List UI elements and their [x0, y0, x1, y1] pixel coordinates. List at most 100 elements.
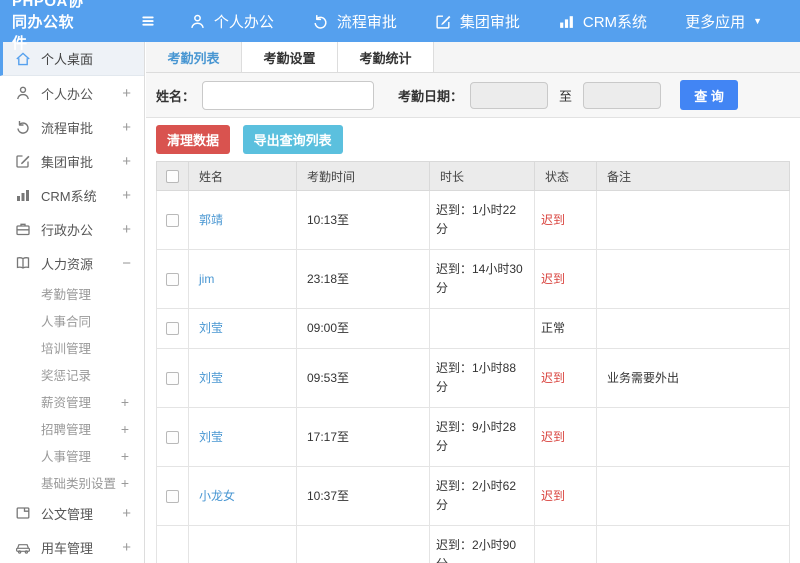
chart-icon — [558, 13, 575, 30]
sidebar-item-label: 用车管理 — [41, 540, 94, 556]
sidebar-subitem-hr-contract[interactable]: 人事合同 — [0, 307, 144, 334]
table-header-row: 姓名 考勤时间 时长 状态 备注 — [156, 161, 790, 191]
expand-toggle-icon[interactable]: + — [121, 421, 129, 437]
sidebar-item-label: 人力资源 — [41, 256, 94, 272]
sidebar-subitem-label: 薪资管理 — [41, 396, 92, 410]
sidebar-item-group-approval[interactable]: 集团审批 + — [0, 144, 144, 178]
chart-icon — [15, 187, 32, 204]
tab-label: 考勤列表 — [167, 50, 220, 66]
employee-name-link[interactable]: jim — [199, 272, 214, 286]
column-header-duration: 时长 — [429, 161, 535, 191]
sidebar-item-human-resources[interactable]: 人力资源 − — [0, 246, 144, 280]
expand-toggle-icon[interactable]: − — [122, 255, 131, 272]
sidebar-subitem-training-management[interactable]: 培训管理 — [0, 334, 144, 361]
sidebar-subitem-label: 招聘管理 — [41, 423, 92, 437]
sidebar-item-label: CRM系统 — [41, 188, 97, 204]
main-panel: 考勤列表 考勤设置 考勤统计 姓名： 考勤日期： 至 查 询 清理数据 导出查询列表… — [146, 42, 800, 563]
sidebar-item-label: 行政办公 — [41, 222, 94, 238]
name-filter-input[interactable] — [202, 80, 375, 110]
employee-name-link[interactable]: 郭靖 — [199, 213, 223, 227]
attendance-time-cell: 09:53至 — [296, 348, 430, 408]
table-row: 管理员 10:54至10:54 迟到：2小时90分早退：7小时10分 迟到/早退… — [156, 525, 790, 563]
attendance-time-cell: 17:17至 — [296, 407, 430, 467]
duration-cell: 迟到：9小时28分 — [429, 407, 535, 467]
expand-toggle-icon[interactable]: + — [122, 85, 131, 102]
sidebar-item-label: 公文管理 — [41, 506, 94, 522]
expand-toggle-icon[interactable]: + — [122, 153, 131, 170]
search-button[interactable]: 查 询 — [680, 80, 739, 110]
expand-toggle-icon[interactable]: + — [122, 187, 131, 204]
export-list-button[interactable]: 导出查询列表 — [242, 125, 343, 154]
date-from-input[interactable] — [470, 81, 549, 109]
nav-label: CRM系统 — [582, 13, 648, 31]
sidebar-subitem-reward-punishment[interactable]: 奖惩记录 — [0, 361, 144, 388]
sidebar-item-crm-system[interactable]: CRM系统 + — [0, 178, 144, 212]
expand-toggle-icon[interactable]: + — [122, 505, 131, 522]
sidebar: 个人桌面 个人办公 + 流程审批 + 集团审批 + CRM系统 + 行政办公 +… — [0, 42, 145, 563]
top-nav: 个人办公 流程审批 集团审批 CRM系统 更多应用 ▼ — [189, 11, 800, 32]
sidebar-subitem-salary-management[interactable]: 薪资管理 + — [0, 388, 144, 415]
sidebar-subitem-label: 基础类别设置 — [41, 477, 117, 491]
nav-item-personal-office[interactable]: 个人办公 — [189, 11, 274, 32]
menu-toggle-icon[interactable] — [139, 12, 157, 30]
status-cell: 迟到 — [534, 249, 597, 309]
tab-attendance-settings[interactable]: 考勤设置 — [242, 42, 338, 72]
nav-item-crm-system[interactable]: CRM系统 — [558, 11, 647, 32]
clean-data-button[interactable]: 清理数据 — [156, 125, 231, 154]
sidebar-item-admin-office[interactable]: 行政办公 + — [0, 212, 144, 246]
sidebar-subitem-recruitment-management[interactable]: 招聘管理 + — [0, 415, 144, 442]
expand-toggle-icon[interactable]: + — [121, 448, 129, 464]
sidebar-subitem-label: 奖惩记录 — [41, 369, 92, 383]
attendance-table: 姓名 考勤时间 时长 状态 备注 郭靖 10:13至 迟到：1小时22分 迟到 … — [156, 161, 790, 563]
sidebar-subitem-personnel-management[interactable]: 人事管理 + — [0, 442, 144, 469]
expand-toggle-icon[interactable]: + — [122, 221, 131, 238]
duration-cell: 迟到：14小时30分 — [429, 249, 535, 309]
status-cell: 迟到 — [534, 190, 597, 250]
sidebar-item-label: 集团审批 — [41, 154, 94, 170]
column-header-time: 考勤时间 — [296, 161, 430, 191]
status-cell: 迟到/早退 — [534, 525, 597, 563]
date-to-input[interactable] — [583, 81, 662, 109]
sidebar-item-label: 流程审批 — [41, 120, 94, 136]
nav-label: 更多应用 — [685, 13, 746, 31]
sidebar-item-workflow-approval[interactable]: 流程审批 + — [0, 110, 144, 144]
tab-attendance-list[interactable]: 考勤列表 — [146, 42, 242, 72]
nav-item-group-approval[interactable]: 集团审批 — [435, 11, 520, 32]
attendance-time-cell: 10:13至 — [296, 190, 430, 250]
nav-item-workflow-approval[interactable]: 流程审批 — [312, 11, 397, 32]
table-row: 刘莹 09:00至 正常 — [156, 308, 790, 349]
sidebar-item-document-management[interactable]: 公文管理 + — [0, 496, 144, 530]
sidebar-item-personal-office[interactable]: 个人办公 + — [0, 76, 144, 110]
row-checkbox[interactable] — [166, 322, 179, 336]
attendance-time-cell: 09:00至 — [296, 308, 430, 349]
status-cell: 迟到 — [534, 466, 597, 526]
employee-name-link[interactable]: 刘莹 — [199, 321, 223, 335]
tab-attendance-statistics[interactable]: 考勤统计 — [338, 42, 434, 72]
tab-label: 考勤设置 — [263, 50, 316, 66]
row-checkbox[interactable] — [166, 489, 179, 503]
row-checkbox[interactable] — [166, 430, 179, 444]
status-cell: 迟到 — [534, 348, 597, 408]
sidebar-subitem-base-category-settings[interactable]: 基础类别设置 + — [0, 469, 144, 496]
row-checkbox[interactable] — [166, 272, 179, 286]
select-all-checkbox[interactable] — [166, 170, 179, 184]
sidebar-subitem-label: 人事管理 — [41, 450, 92, 464]
table-row: 刘莹 17:17至 迟到：9小时28分 迟到 — [156, 407, 790, 467]
expand-toggle-icon[interactable]: + — [121, 475, 129, 491]
duration-cell — [429, 308, 535, 349]
expand-toggle-icon[interactable]: + — [121, 394, 129, 410]
tab-strip: 考勤列表 考勤设置 考勤统计 — [146, 42, 800, 73]
nav-item-more-apps[interactable]: 更多应用 ▼ — [685, 11, 762, 32]
duration-cell: 迟到：1小时88分 — [429, 348, 535, 408]
row-checkbox[interactable] — [166, 371, 179, 385]
sidebar-subitem-attendance-management[interactable]: 考勤管理 — [0, 280, 144, 307]
employee-name-link[interactable]: 刘莹 — [199, 371, 223, 385]
sidebar-item-vehicle-management[interactable]: 用车管理 + — [0, 530, 144, 563]
expand-toggle-icon[interactable]: + — [122, 119, 131, 136]
row-checkbox[interactable] — [166, 213, 179, 227]
employee-name-link[interactable]: 刘莹 — [199, 430, 223, 444]
employee-name-link[interactable]: 小龙女 — [199, 489, 235, 503]
caret-down-icon: ▼ — [753, 16, 762, 26]
expand-toggle-icon[interactable]: + — [122, 539, 131, 556]
nav-label: 个人办公 — [213, 13, 274, 31]
